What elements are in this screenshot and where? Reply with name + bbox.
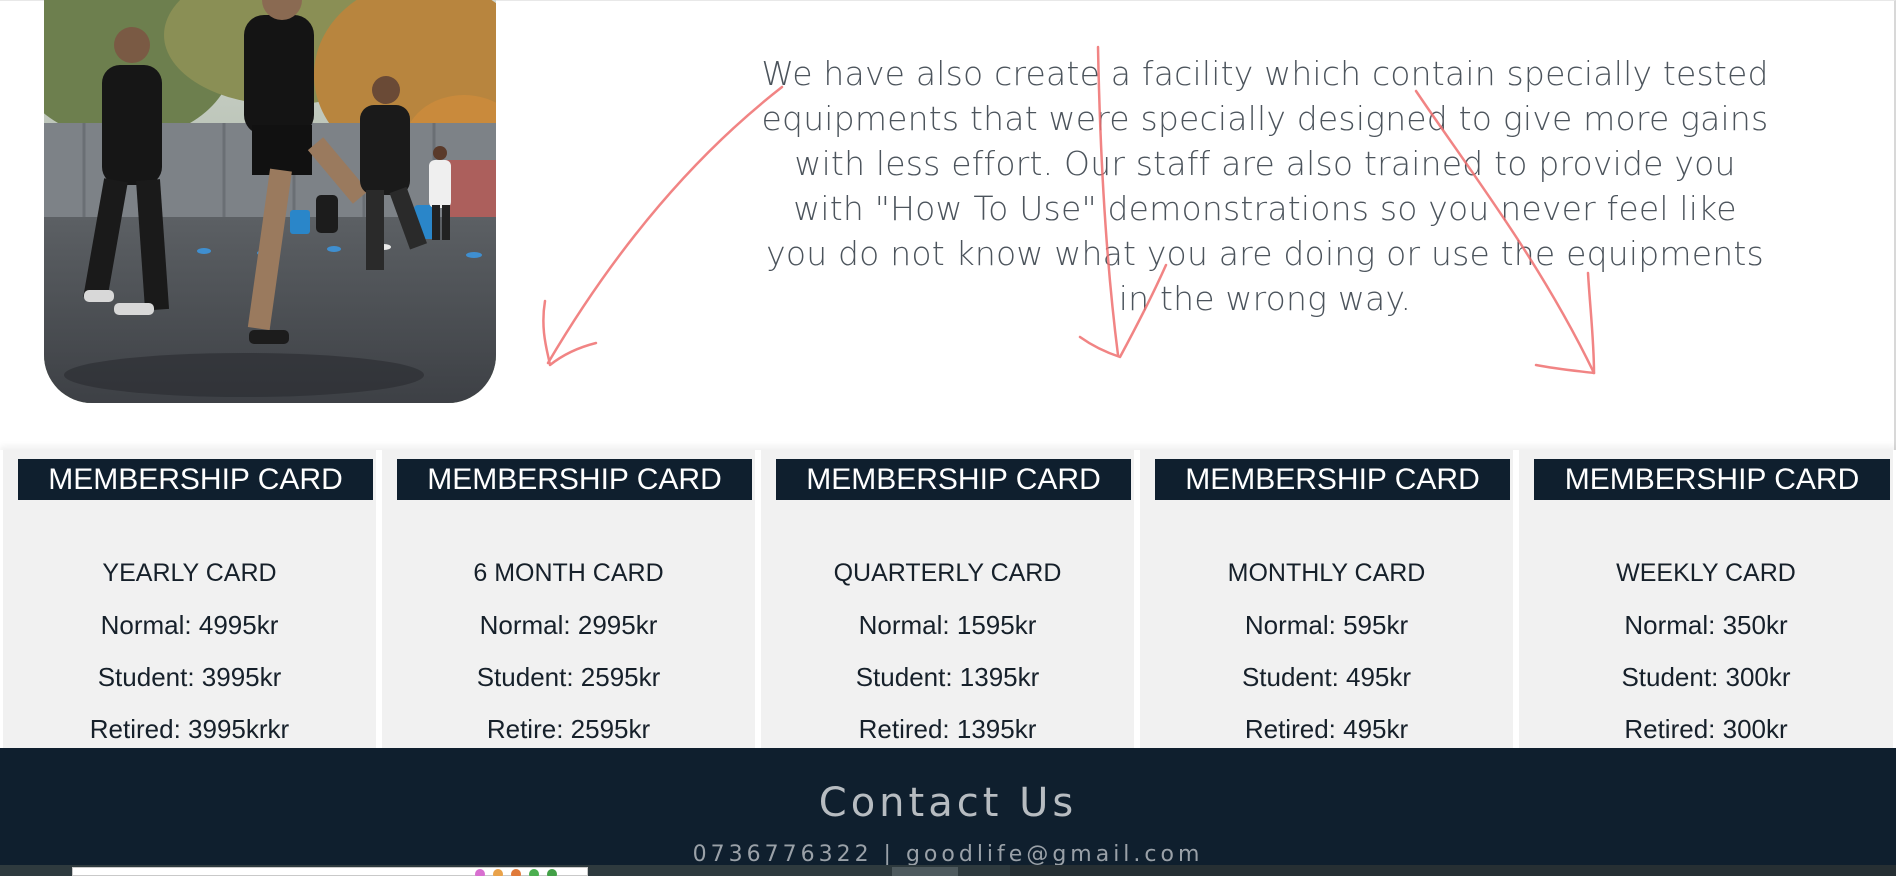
page: We have also create a facility which con… — [0, 0, 1896, 876]
contact-footer: Contact Us 0736776322 | goodlife@gmail.c… — [0, 748, 1896, 876]
app-icon[interactable] — [547, 869, 557, 876]
card-price-normal: Normal: 595kr — [1244, 610, 1409, 640]
contact-details[interactable]: 0736776322 | goodlife@gmail.com — [0, 842, 1896, 867]
membership-card-yearly[interactable]: MEMBERSHIP CARD YEARLY CARD Normal: 4995… — [3, 450, 376, 748]
app-icon[interactable] — [529, 869, 539, 876]
card-type: MONTHLY CARD — [1227, 559, 1426, 587]
card-header: MEMBERSHIP CARD — [1534, 459, 1890, 500]
card-header: MEMBERSHIP CARD — [18, 459, 373, 500]
card-type: YEARLY CARD — [102, 559, 277, 587]
facility-description: We have also create a facility which con… — [761, 54, 1769, 318]
arrow-left-icon — [546, 85, 784, 365]
taskbar — [0, 865, 1896, 876]
membership-card-6-month[interactable]: MEMBERSHIP CARD 6 MONTH CARD Normal: 299… — [382, 450, 755, 748]
card-price-student: Student: 1395kr — [855, 662, 1040, 692]
arrow-left-head-icon — [542, 299, 598, 367]
card-price-student: Student: 2595kr — [476, 662, 661, 692]
card-price-normal: Normal: 2995kr — [479, 610, 658, 640]
app-icon[interactable] — [511, 869, 521, 876]
app-icon[interactable] — [475, 869, 485, 876]
contact-title: Contact Us — [818, 780, 1078, 826]
app-icon[interactable] — [493, 869, 503, 876]
card-header: MEMBERSHIP CARD — [776, 459, 1131, 500]
taskbar-tab[interactable] — [892, 867, 958, 876]
membership-cards: MEMBERSHIP CARD YEARLY CARD Normal: 4995… — [0, 450, 1896, 748]
membership-card-quarterly[interactable]: MEMBERSHIP CARD QUARTERLY CARD Normal: 1… — [761, 450, 1134, 748]
card-type: QUARTERLY CARD — [833, 559, 1062, 587]
membership-card-monthly[interactable]: MEMBERSHIP CARD MONTHLY CARD Normal: 595… — [1140, 450, 1513, 748]
training-photo — [44, 0, 496, 403]
card-type: WEEKLY CARD — [1616, 559, 1796, 587]
card-price-normal: Normal: 350kr — [1624, 610, 1788, 640]
membership-card-weekly[interactable]: MEMBERSHIP CARD WEEKLY CARD Normal: 350k… — [1519, 450, 1893, 748]
card-price-student: Student: 300kr — [1621, 662, 1791, 692]
training-photo-illustration — [44, 0, 496, 403]
facility-section: We have also create a facility which con… — [0, 0, 1896, 450]
card-header: MEMBERSHIP CARD — [397, 459, 752, 500]
card-header: MEMBERSHIP CARD — [1155, 459, 1510, 500]
card-price-normal: Normal: 4995kr — [100, 610, 279, 640]
card-price-student: Student: 3995kr — [97, 662, 282, 692]
card-price-normal: Normal: 1595kr — [858, 610, 1037, 640]
taskbar-window-preview[interactable] — [72, 867, 588, 876]
card-price-student: Student: 495kr — [1241, 662, 1412, 692]
taskbar-tray — [1010, 865, 1896, 876]
card-type: 6 MONTH CARD — [473, 559, 664, 587]
